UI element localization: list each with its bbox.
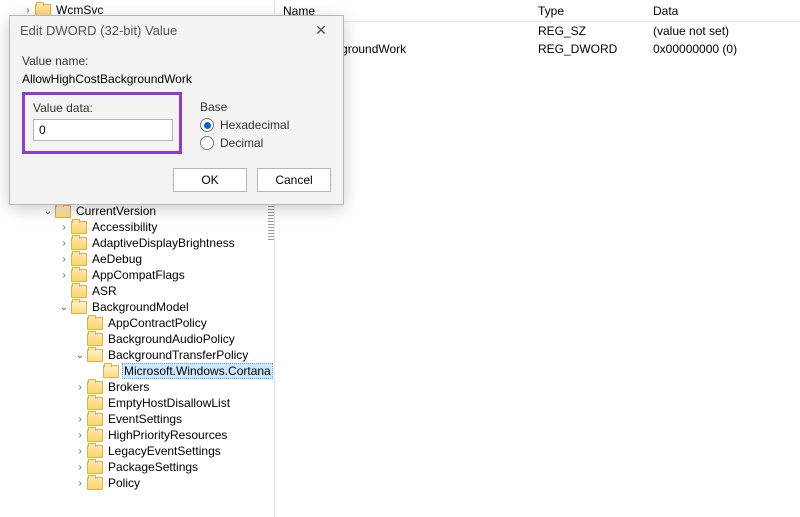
radio-label: Hexadecimal xyxy=(220,118,289,132)
value-data-input[interactable] xyxy=(33,119,173,141)
folder-icon xyxy=(87,397,103,410)
tree-item-label[interactable]: CurrentVersion xyxy=(74,204,158,218)
tree-twisty[interactable]: › xyxy=(74,446,86,457)
column-header-data[interactable]: Data xyxy=(645,4,800,18)
list-row[interactable]: hCostBackgroundWork REG_DWORD 0x00000000… xyxy=(275,40,800,58)
value-name-label: Value name: xyxy=(22,54,331,68)
tree-item-label[interactable]: Brokers xyxy=(106,380,151,394)
tree-twisty[interactable]: ⌄ xyxy=(74,350,86,361)
list-row[interactable]: REG_SZ (value not set) xyxy=(275,22,800,40)
folder-icon xyxy=(87,413,103,426)
tree-twisty[interactable]: › xyxy=(74,430,86,441)
tree-item-label: Microsoft.Windows.Cortana xyxy=(122,363,273,379)
base-label: Base xyxy=(200,100,331,114)
dialog-title-text: Edit DWORD (32-bit) Value xyxy=(20,23,177,38)
tree-item-label[interactable]: ASR xyxy=(90,284,119,298)
value-name-text: AllowHighCostBackgroundWork xyxy=(22,72,331,86)
folder-icon xyxy=(71,269,87,282)
tree-item-label[interactable]: AeDebug xyxy=(90,252,144,266)
folder-open-icon xyxy=(87,349,103,362)
tree-twisty[interactable]: › xyxy=(58,222,70,233)
folder-icon xyxy=(71,221,87,234)
radio-icon xyxy=(200,136,214,150)
folder-open-icon xyxy=(71,301,87,314)
cell-type: REG_DWORD xyxy=(530,42,645,56)
tree-item-label[interactable]: PackageSettings xyxy=(106,460,200,474)
cell-type: REG_SZ xyxy=(530,24,645,38)
tree-item-label[interactable]: EventSettings xyxy=(106,412,184,426)
folder-icon xyxy=(87,445,103,458)
tree-item-label[interactable]: Policy xyxy=(106,476,142,490)
tree-twisty[interactable]: › xyxy=(58,270,70,281)
tree-item-label[interactable]: LegacyEventSettings xyxy=(106,444,223,458)
folder-icon xyxy=(87,333,103,346)
folder-icon xyxy=(87,381,103,394)
radio-label: Decimal xyxy=(220,136,263,150)
tree-twisty[interactable]: › xyxy=(74,414,86,425)
folder-icon xyxy=(71,237,87,250)
tree-item-label[interactable]: BackgroundModel xyxy=(90,300,191,314)
close-icon[interactable]: ✕ xyxy=(309,18,333,42)
tree-twisty[interactable]: › xyxy=(74,478,86,489)
folder-icon xyxy=(87,461,103,474)
folder-icon xyxy=(87,429,103,442)
tree-twisty[interactable]: ⌄ xyxy=(42,206,54,217)
tree-twisty[interactable]: › xyxy=(58,254,70,265)
tree-item-label[interactable]: BackgroundTransferPolicy xyxy=(106,348,250,362)
column-header-type[interactable]: Type xyxy=(530,4,645,18)
value-data-highlight: Value data: xyxy=(22,92,182,154)
value-data-label: Value data: xyxy=(33,101,171,115)
folder-icon xyxy=(71,285,87,298)
tree-item-label[interactable]: AdaptiveDisplayBrightness xyxy=(90,236,237,250)
tree-item-label[interactable]: Accessibility xyxy=(90,220,159,234)
tree-item-label[interactable]: AppContractPolicy xyxy=(106,316,209,330)
tree-item-selected[interactable]: ›Microsoft.Windows.Cortana xyxy=(0,363,274,379)
tree-twisty[interactable]: › xyxy=(58,238,70,249)
folder-open-icon xyxy=(103,365,119,378)
list-pane: Name Type Data REG_SZ (value not set) hC… xyxy=(275,0,800,517)
radio-hexadecimal[interactable]: Hexadecimal xyxy=(200,118,331,132)
dialog-titlebar[interactable]: Edit DWORD (32-bit) Value ✕ xyxy=(10,16,343,44)
tree-item-label[interactable]: BackgroundAudioPolicy xyxy=(106,332,237,346)
tree-twisty[interactable]: ⌄ xyxy=(58,302,70,313)
radio-icon xyxy=(200,118,214,132)
radio-decimal[interactable]: Decimal xyxy=(200,136,331,150)
folder-open-icon xyxy=(55,205,71,218)
pane-splitter[interactable] xyxy=(268,200,274,240)
edit-dword-dialog: Edit DWORD (32-bit) Value ✕ Value name: … xyxy=(9,15,344,205)
folder-icon xyxy=(87,317,103,330)
tree-twisty[interactable]: › xyxy=(74,382,86,393)
list-header: Name Type Data xyxy=(275,0,800,22)
cell-data: (value not set) xyxy=(645,24,800,38)
tree-item-label[interactable]: EmptyHostDisallowList xyxy=(106,396,232,410)
folder-icon xyxy=(71,253,87,266)
tree-item-label[interactable]: HighPriorityResources xyxy=(106,428,229,442)
tree-item-label[interactable]: AppCompatFlags xyxy=(90,268,187,282)
ok-button[interactable]: OK xyxy=(173,168,247,192)
cell-data: 0x00000000 (0) xyxy=(645,42,800,56)
cancel-button[interactable]: Cancel xyxy=(257,168,331,192)
tree-twisty[interactable]: › xyxy=(22,5,34,16)
tree-twisty[interactable]: › xyxy=(74,462,86,473)
folder-icon xyxy=(87,477,103,490)
